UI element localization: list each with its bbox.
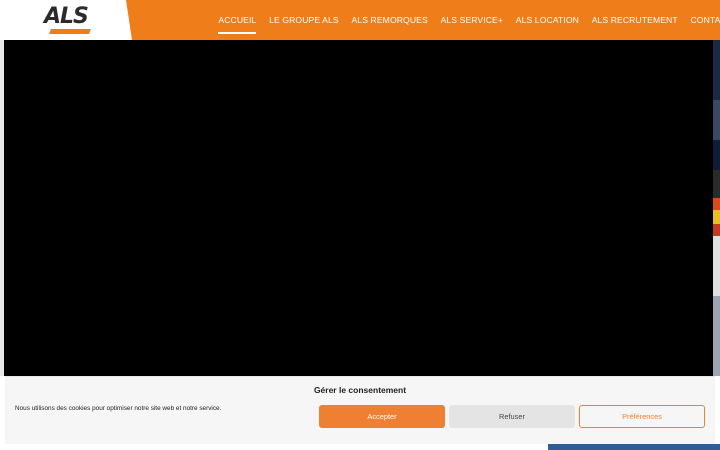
- site-header: ALS ACCUEIL LE GROUPE ALS ALS REMORQUES …: [0, 0, 720, 40]
- hero-video[interactable]: [4, 40, 713, 376]
- cookie-banner-message: Nous utilisons des cookies pour optimise…: [15, 405, 222, 412]
- als-logo[interactable]: ALS: [44, 5, 92, 35]
- bottom-accent-bar: [548, 444, 720, 450]
- nav-item-als-location[interactable]: ALS LOCATION: [516, 15, 579, 25]
- logo-underline: [49, 29, 91, 34]
- nav-item-le-groupe-als[interactable]: LE GROUPE ALS: [269, 15, 339, 25]
- main-nav: ACCUEIL LE GROUPE ALS ALS REMORQUES ALS …: [212, 0, 720, 40]
- nav-item-contact[interactable]: CONTACT: [690, 15, 720, 25]
- preferences-button[interactable]: Préférences: [579, 405, 705, 428]
- cookie-banner-title: Gérer le consentement: [313, 385, 407, 395]
- nav-item-als-remorques[interactable]: ALS REMORQUES: [352, 15, 428, 25]
- logo-text: ALS: [44, 4, 89, 29]
- background-image-edge: [713, 40, 720, 376]
- cookie-consent-banner: Gérer le consentement Nous utilisons des…: [5, 376, 715, 444]
- accept-button[interactable]: Accepter: [319, 405, 445, 428]
- refuse-button[interactable]: Refuser: [449, 405, 575, 428]
- nav-item-als-service-plus[interactable]: ALS SERVICE+: [441, 15, 503, 25]
- nav-item-als-recrutement[interactable]: ALS RECRUTEMENT: [592, 15, 678, 25]
- logo-container[interactable]: ALS: [0, 0, 132, 40]
- nav-item-accueil[interactable]: ACCUEIL: [218, 15, 257, 34]
